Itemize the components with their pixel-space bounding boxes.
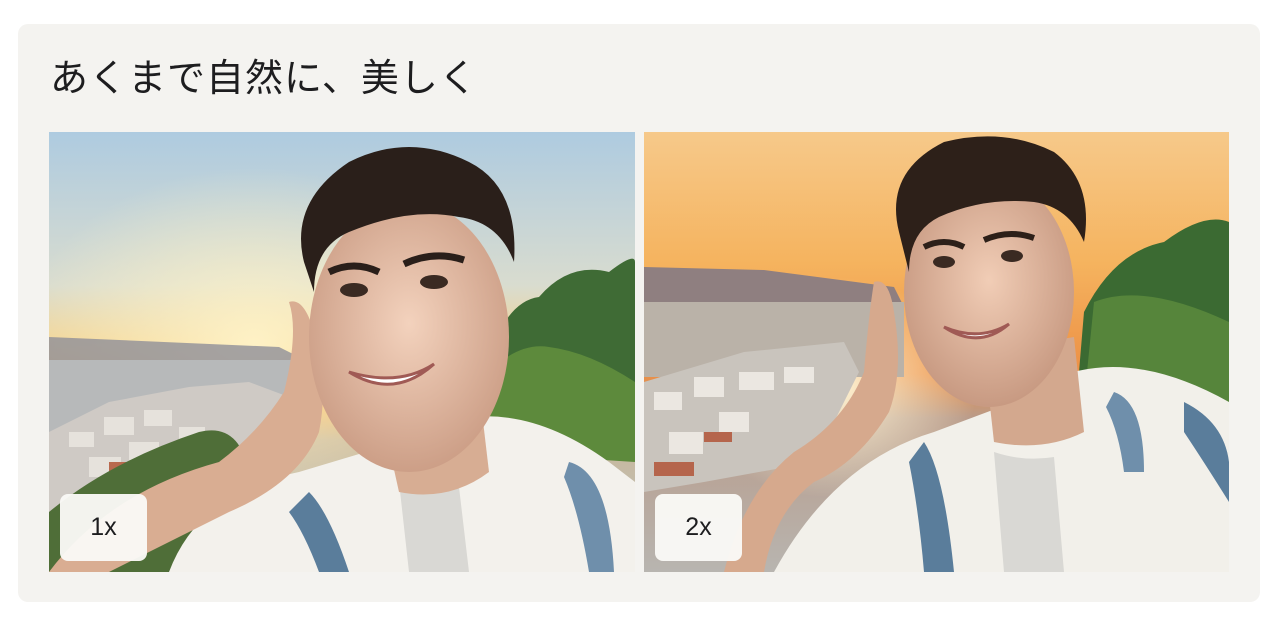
- zoom-label-badge: 2x: [655, 494, 742, 561]
- card-title: あくまで自然に、美しく: [50, 56, 478, 100]
- zoom-label-badge: 1x: [60, 494, 147, 561]
- photo-1x: 1x: [49, 132, 635, 572]
- photo-2x: 2x: [644, 132, 1229, 572]
- comparison-card: あくまで自然に、美しく 1x 2x: [18, 24, 1260, 602]
